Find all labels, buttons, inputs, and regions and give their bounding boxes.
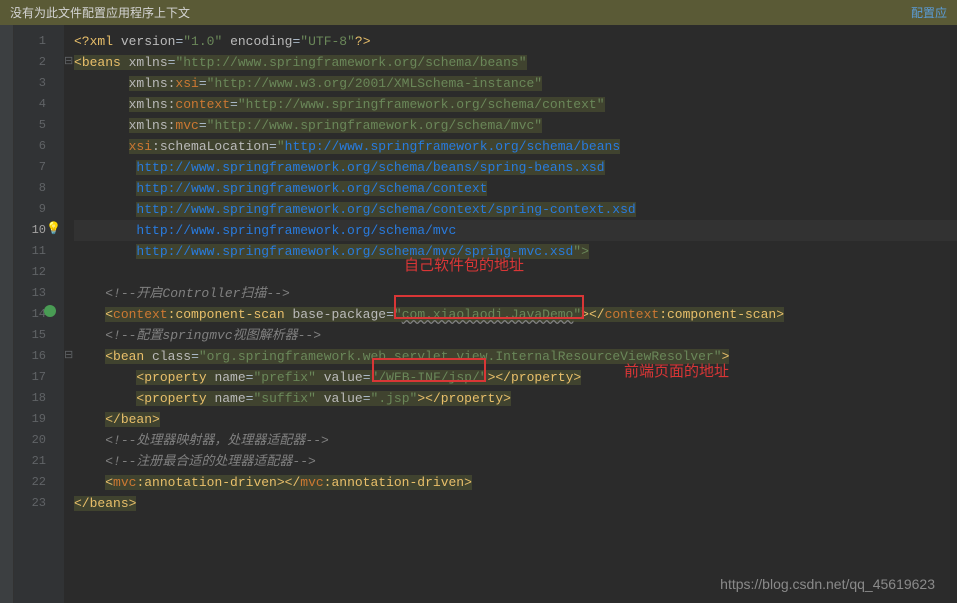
- code-line: <property name="suffix" value=".jsp"></p…: [74, 388, 957, 409]
- editor-area: 1 2 3 4 5 6 7 8 9 10 11 12 13 14 15 16 1…: [0, 25, 957, 603]
- code-line: http://www.springframework.org/schema/co…: [74, 199, 957, 220]
- line-number[interactable]: 11: [14, 241, 64, 262]
- code-area[interactable]: <?xml version="1.0" encoding="UTF-8"?> ⊟…: [64, 25, 957, 603]
- line-number[interactable]: 17: [14, 367, 64, 388]
- code-line: <!--配置springmvc视图解析器-->: [74, 325, 957, 346]
- code-line: http://www.springframework.org/schema/co…: [74, 178, 957, 199]
- notification-banner: 没有为此文件配置应用程序上下文 配置应: [0, 0, 957, 25]
- line-number[interactable]: 15: [14, 325, 64, 346]
- code-line: http://www.springframework.org/schema/mv…: [74, 220, 957, 241]
- code-line: ⊟ <bean class="org.springframework.web.s…: [74, 346, 957, 367]
- line-number[interactable]: 16: [14, 346, 64, 367]
- code-line: </bean>: [74, 409, 957, 430]
- code-line: <mvc:annotation-driven></mvc:annotation-…: [74, 472, 957, 493]
- line-number[interactable]: 3: [14, 73, 64, 94]
- code-line: </beans>: [74, 493, 957, 514]
- line-number[interactable]: 7: [14, 157, 64, 178]
- line-number[interactable]: 20: [14, 430, 64, 451]
- code-line: [74, 262, 957, 283]
- fold-minus-icon[interactable]: ⊟: [64, 346, 73, 367]
- banner-configure-link[interactable]: 配置应: [911, 4, 947, 21]
- line-number[interactable]: 22: [14, 472, 64, 493]
- code-line: <property name="prefix" value="/WEB-INF/…: [74, 367, 957, 388]
- gutter: 1 2 3 4 5 6 7 8 9 10 11 12 13 14 15 16 1…: [14, 25, 64, 603]
- line-number[interactable]: 1: [14, 31, 64, 52]
- line-number[interactable]: 13: [14, 283, 64, 304]
- banner-message: 没有为此文件配置应用程序上下文: [10, 4, 190, 21]
- left-tool-strip: [0, 25, 14, 603]
- line-number[interactable]: 19: [14, 409, 64, 430]
- code-line: <context:component-scan base-package="co…: [74, 304, 957, 325]
- line-number[interactable]: 21: [14, 451, 64, 472]
- line-number[interactable]: 8: [14, 178, 64, 199]
- fold-minus-icon[interactable]: ⊟: [64, 52, 73, 73]
- code-line: xmlns:context="http://www.springframewor…: [74, 94, 957, 115]
- line-number[interactable]: 12: [14, 262, 64, 283]
- code-line: <!--注册最合适的处理器适配器-->: [74, 451, 957, 472]
- code-line: ⊟<beans xmlns="http://www.springframewor…: [74, 52, 957, 73]
- line-number[interactable]: 5: [14, 115, 64, 136]
- line-number[interactable]: 18: [14, 388, 64, 409]
- code-line: <!--处理器映射器，处理器适配器-->: [74, 430, 957, 451]
- line-number[interactable]: 14: [14, 304, 64, 325]
- code-line: xsi:schemaLocation="http://www.springfra…: [74, 136, 957, 157]
- line-number[interactable]: 6: [14, 136, 64, 157]
- line-number[interactable]: 4: [14, 94, 64, 115]
- line-number[interactable]: 23: [14, 493, 64, 514]
- intention-bulb-icon[interactable]: 💡: [46, 221, 61, 236]
- code-line: xmlns:mvc="http://www.springframework.or…: [74, 115, 957, 136]
- code-line: <?xml version="1.0" encoding="UTF-8"?>: [74, 31, 957, 52]
- code-line: <!--开启Controller扫描-->: [74, 283, 957, 304]
- code-line: http://www.springframework.org/schema/mv…: [74, 241, 957, 262]
- bean-gutter-icon[interactable]: [44, 305, 56, 317]
- line-number[interactable]: 2: [14, 52, 64, 73]
- line-number[interactable]: 9: [14, 199, 64, 220]
- watermark: https://blog.csdn.net/qq_45619623: [720, 576, 935, 592]
- code-line: http://www.springframework.org/schema/be…: [74, 157, 957, 178]
- code-line: xmlns:xsi="http://www.w3.org/2001/XMLSch…: [74, 73, 957, 94]
